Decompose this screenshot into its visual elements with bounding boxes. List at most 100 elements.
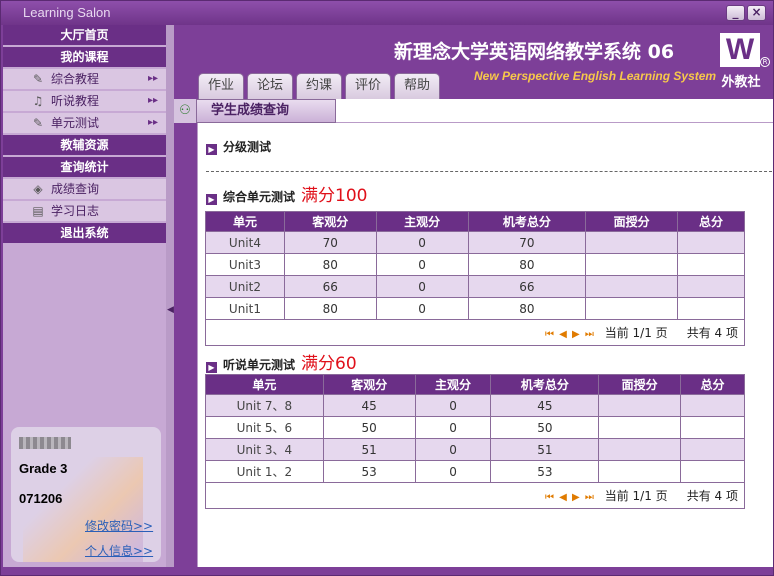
page-total: 共有 4 项 — [686, 489, 738, 503]
col-subjective: 主观分 — [375, 211, 469, 232]
cell-subjective: 0 — [414, 416, 492, 439]
cell-objective: 53 — [322, 460, 416, 483]
table-header-row: 单元 客观分 主观分 机考总分 面授分 总分 — [205, 374, 745, 395]
expand-arrow-icon[interactable]: ▸▸ — [148, 69, 158, 89]
cell-objective: 51 — [322, 438, 416, 461]
sidebar-item-logout[interactable]: 退出系统 — [3, 223, 166, 243]
col-subjective: 主观分 — [414, 374, 492, 395]
listening-table: 单元 客观分 主观分 机考总分 面授分 总分 Unit 7、8 45 0 45 … — [205, 374, 745, 509]
page-nav-icons[interactable]: ⏮ ◀ ▶ ⏭ — [545, 329, 595, 340]
full-score-note: 满分60 — [301, 354, 357, 374]
table-row: Unit 5、6 50 0 50 — [205, 416, 745, 439]
cell-unit: Unit 7、8 — [205, 394, 324, 417]
app-window: Learning Salon _ × 大厅首页 我的课程 ✎ 综合教程 ▸▸ ♫… — [0, 0, 774, 576]
sidebar-item-label: 学习日志 — [51, 204, 100, 218]
system-subtitle: New Perspective English Learning System — [474, 69, 717, 83]
col-face-to-face: 面授分 — [585, 211, 679, 232]
col-face-to-face: 面授分 — [598, 374, 682, 395]
cell-subjective: 0 — [414, 394, 492, 417]
divider — [206, 171, 772, 172]
page-current: 当前 1/1 页 — [604, 326, 668, 340]
cell-unit: Unit2 — [205, 275, 285, 298]
col-machine-total: 机考总分 — [490, 374, 600, 395]
tab-forum[interactable]: 论坛 — [247, 73, 293, 99]
cube-icon: ◈ — [33, 182, 43, 196]
expand-arrow-icon[interactable]: ▸▸ — [148, 91, 158, 111]
section-marker-icon: ▶ — [206, 194, 217, 205]
cell-unit: Unit4 — [205, 231, 285, 254]
minimize-button[interactable]: _ — [726, 5, 745, 21]
pencil-icon: ✎ — [32, 72, 44, 86]
sidebar-item-listening-course[interactable]: ♫ 听说教程 ▸▸ — [3, 91, 166, 111]
headset-icon: ♫ — [32, 94, 44, 108]
sidebar-item-my-courses[interactable]: 我的课程 — [3, 47, 166, 67]
cell-subjective: 0 — [414, 460, 492, 483]
cell-unit: Unit 3、4 — [205, 438, 324, 461]
cell-machine-total: 50 — [490, 416, 600, 439]
section-title: 综合单元测试 — [223, 190, 296, 204]
sidebar-item-lobby[interactable]: 大厅首页 — [3, 25, 166, 45]
table-row: Unit 1、2 53 0 53 — [205, 460, 745, 483]
cell-objective: 45 — [322, 394, 416, 417]
sidebar-item-label: 综合教程 — [51, 72, 100, 86]
document-icon: ▤ — [32, 204, 44, 218]
collapse-arrow-icon[interactable]: ◀ — [167, 305, 174, 315]
page-current: 当前 1/1 页 — [604, 489, 668, 503]
table-row: Unit 3、4 51 0 51 — [205, 438, 745, 461]
publisher-logo: W R 外教社 — [716, 33, 770, 95]
sidebar-splitter[interactable]: ◀ — [166, 25, 174, 567]
profile-link[interactable]: 个人信息>> — [85, 542, 153, 559]
tab-help[interactable]: 帮助 — [394, 73, 440, 99]
pagination-cell: ⏮ ◀ ▶ ⏭ 当前 1/1 页 共有 4 项 — [205, 319, 745, 346]
cell-total — [677, 231, 745, 254]
sidebar-item-label: 成绩查询 — [51, 182, 100, 196]
cell-machine-total: 70 — [467, 231, 587, 254]
sidebar-item-statistics[interactable]: 查询统计 — [3, 157, 166, 177]
expand-arrow-icon[interactable]: ▸▸ — [148, 113, 158, 133]
user-id: 071206 — [19, 491, 63, 506]
cell-unit: Unit 5、6 — [205, 416, 324, 439]
users-icon: ⚇ — [174, 99, 196, 123]
col-total: 总分 — [680, 374, 745, 395]
section-marker-icon: ▶ — [206, 362, 217, 373]
table-row: Unit4 70 0 70 — [205, 231, 745, 254]
close-button[interactable]: × — [747, 5, 766, 21]
cell-face-to-face — [585, 253, 679, 276]
breadcrumb: ⚇ 学生成绩查询 — [174, 99, 773, 123]
cell-face-to-face — [598, 460, 682, 483]
tab-booking[interactable]: 约课 — [296, 73, 342, 99]
sidebar-item-study-log[interactable]: ▤ 学习日志 — [3, 201, 166, 221]
col-machine-total: 机考总分 — [467, 211, 587, 232]
cell-subjective: 0 — [414, 438, 492, 461]
sidebar-item-unit-test[interactable]: ✎ 单元测试 ▸▸ — [3, 113, 166, 133]
cell-face-to-face — [585, 231, 679, 254]
cell-objective: 80 — [283, 253, 377, 276]
cell-face-to-face — [585, 297, 679, 320]
section-title: 听说单元测试 — [223, 358, 296, 372]
page-nav-icons[interactable]: ⏮ ◀ ▶ ⏭ — [545, 492, 595, 503]
sidebar-item-resources[interactable]: 教辅资源 — [3, 135, 166, 155]
section-title: 分级测试 — [223, 140, 272, 154]
cell-subjective: 0 — [375, 253, 469, 276]
table-row: Unit1 80 0 80 — [205, 297, 745, 320]
cell-total — [680, 394, 745, 417]
tab-homework[interactable]: 作业 — [198, 73, 244, 99]
col-objective: 客观分 — [322, 374, 416, 395]
tab-evaluation[interactable]: 评价 — [345, 73, 391, 99]
cell-face-to-face — [598, 416, 682, 439]
cell-objective: 80 — [283, 297, 377, 320]
section-marker-icon: ▶ — [206, 144, 217, 155]
cell-machine-total: 80 — [467, 253, 587, 276]
cell-objective: 70 — [283, 231, 377, 254]
cell-machine-total: 53 — [490, 460, 600, 483]
sidebar-item-score-query[interactable]: ◈ 成绩查询 — [3, 179, 166, 199]
col-unit: 单元 — [205, 211, 285, 232]
cell-total — [680, 416, 745, 439]
sidebar-item-comprehensive-course[interactable]: ✎ 综合教程 ▸▸ — [3, 69, 166, 89]
pagination-row: ⏮ ◀ ▶ ⏭ 当前 1/1 页 共有 4 项 — [205, 319, 745, 346]
sidebar-item-label: 听说教程 — [51, 94, 100, 108]
pagination-row: ⏮ ◀ ▶ ⏭ 当前 1/1 页 共有 4 项 — [205, 482, 745, 509]
change-password-link[interactable]: 修改密码>> — [85, 517, 153, 534]
main-content: ▶ 分级测试 ▶ 综合单元测试 满分100 单元 客观分 主观分 机考总分 面授分 总… — [197, 123, 773, 567]
col-total: 总分 — [677, 211, 745, 232]
